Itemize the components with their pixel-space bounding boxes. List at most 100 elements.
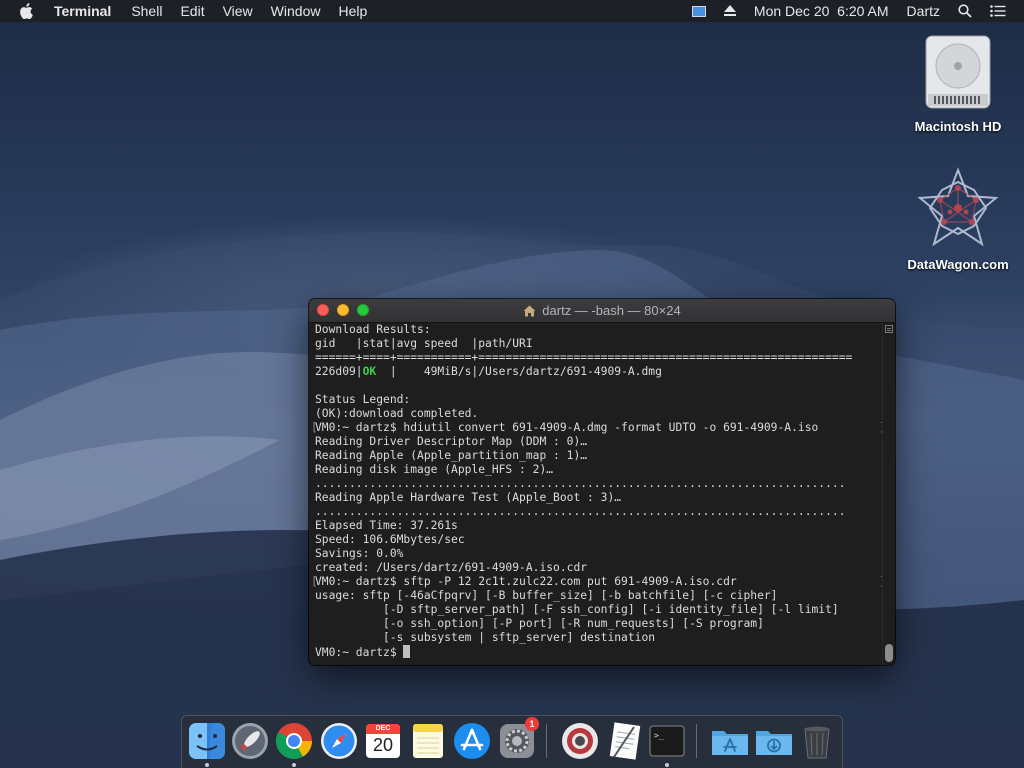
terminal-line: created: /Users/dartz/691-4909-A.iso.cdr	[315, 561, 877, 575]
vertical-scrollbar[interactable]	[882, 323, 895, 665]
dock-separator	[696, 724, 697, 758]
line-text: Reading Apple (Apple_partition_map : 1)…	[315, 449, 588, 462]
terminal-line: 226d09|OK | 49MiB/s|/Users/dartz/691-490…	[315, 365, 877, 379]
menu-window[interactable]: Window	[271, 3, 321, 19]
running-indicator	[292, 763, 296, 767]
menu-clock[interactable]: Mon Dec 20 6:20 AM	[754, 3, 889, 19]
line-text: Download Results:	[315, 323, 431, 336]
notification-badge: 1	[525, 717, 539, 731]
running-indicator	[665, 763, 669, 767]
safari-icon	[319, 721, 359, 766]
downloads-folder-icon	[754, 721, 794, 766]
text-cursor	[403, 645, 411, 658]
terminal-line: gid |stat|avg speed |path/URI	[315, 337, 877, 351]
apple-menu-icon[interactable]	[20, 3, 36, 19]
terminal-line: ======+====+===========+================…	[315, 351, 877, 365]
textedit-icon	[604, 721, 644, 766]
menu-view[interactable]: View	[223, 3, 253, 19]
dock-item-calendar[interactable]: DEC 20	[363, 721, 403, 761]
terminal-line: Reading Apple (Apple_partition_map : 1)…	[315, 449, 877, 463]
dock-item-photo-booth[interactable]	[560, 721, 600, 761]
line-text: usage: sftp [-46aCfpqrv] [-B buffer_size…	[315, 589, 778, 602]
menu-app-name[interactable]: Terminal	[54, 3, 111, 19]
terminal-line: Reading Driver Descriptor Map (DDM : 0)…	[315, 435, 877, 449]
dock-item-finder[interactable]	[187, 721, 227, 767]
dock-item-trash[interactable]	[797, 721, 837, 761]
terminal-line: usage: sftp [-46aCfpqrv] [-B buffer_size…	[315, 589, 877, 603]
line-text: [-o ssh_option] [-P port] [-R num_reques…	[315, 617, 764, 630]
calendar-day: 20	[372, 735, 394, 755]
line-text: VM0:~ dartz$ hdiutil convert 691-4909-A.…	[315, 421, 819, 434]
terminal-line: Reading disk image (Apple_HFS : 2)…	[315, 463, 877, 477]
finder-icon	[187, 721, 227, 766]
command-mark-start: [	[311, 575, 318, 588]
prompt-line[interactable]: VM0:~ dartz$	[315, 645, 877, 659]
dock-item-textedit[interactable]	[604, 721, 644, 761]
line-text: ........................................…	[315, 477, 846, 490]
terminal-line: Elapsed Time: 37.261s	[315, 519, 877, 533]
window-titlebar[interactable]: dartz — -bash — 80×24	[309, 299, 895, 323]
dock-item-app-store[interactable]	[452, 721, 492, 761]
dock-item-safari[interactable]	[319, 721, 359, 761]
line-text: Elapsed Time: 37.261s	[315, 519, 458, 532]
line-text: Reading Apple Hardware Test (Apple_Boot …	[315, 491, 622, 504]
minimize-button[interactable]	[337, 304, 349, 316]
dock-item-notes[interactable]	[408, 721, 448, 761]
menu-edit[interactable]: Edit	[180, 3, 204, 19]
line-text: VM0:~ dartz$ sftp -P 12 2c1t.zulc22.com …	[315, 575, 737, 588]
window-title: dartz — -bash — 80×24	[542, 303, 681, 318]
terminal-line: Savings: 0.0%	[315, 547, 877, 561]
dock-item-chrome[interactable]	[274, 721, 314, 767]
terminal-line: Reading Apple Hardware Test (Apple_Boot …	[315, 491, 877, 505]
eject-icon[interactable]	[723, 5, 736, 17]
line-text: [-s subsystem | sftp_server] destination	[315, 631, 656, 644]
spotlight-search-icon[interactable]	[958, 4, 972, 18]
status-ok-text: OK	[362, 365, 377, 378]
close-button[interactable]	[317, 304, 329, 316]
dock-item-launchpad[interactable]	[230, 721, 270, 761]
dock-item-downloads-folder[interactable]	[754, 721, 794, 761]
terminal-line: VM0:~ dartz$ sftp -P 12 2c1t.zulc22.com …	[311, 575, 886, 589]
terminal-line: ........................................…	[315, 477, 877, 491]
desktop-icon-datawagon[interactable]: DataWagon.com	[903, 166, 1013, 272]
line-text: (OK):download completed.	[315, 407, 479, 420]
line-text: [-D sftp_server_path] [-F ssh_config] [-…	[315, 603, 839, 616]
notification-center-icon[interactable]	[990, 5, 1006, 17]
window-controls	[317, 304, 377, 316]
terminal-line: VM0:~ dartz$ hdiutil convert 691-4909-A.…	[311, 421, 886, 435]
terminal-icon: >_	[647, 721, 687, 766]
terminal-output[interactable]: Download Results: gid |stat|avg speed |pa…	[309, 323, 886, 665]
desktop-icon-label: DataWagon.com	[907, 257, 1009, 272]
zoom-button[interactable]	[357, 304, 369, 316]
trash-icon	[797, 721, 837, 766]
chrome-icon	[274, 721, 314, 766]
scrollbar-thumb[interactable]	[885, 644, 893, 662]
svg-text:>_: >_	[654, 731, 664, 740]
menu-shell[interactable]: Shell	[131, 3, 162, 19]
dock-item-system-preferences[interactable]: 1	[497, 717, 539, 761]
launchpad-icon	[230, 721, 270, 766]
hard-drive-icon	[925, 35, 991, 109]
line-text: gid |stat|avg speed |path/URI	[315, 337, 533, 350]
menu-help[interactable]: Help	[338, 3, 367, 19]
notes-icon	[408, 721, 448, 766]
terminal-line: Download Results:	[315, 323, 877, 337]
line-text: ======+====+===========+================…	[315, 351, 853, 364]
prompt-text: VM0:~ dartz$	[315, 646, 404, 659]
menu-user[interactable]: Dartz	[907, 3, 940, 19]
terminal-line: (OK):download completed.	[315, 407, 877, 421]
input-source-icon[interactable]	[691, 5, 706, 17]
scroll-marker-icon[interactable]	[885, 325, 893, 333]
line-text: ........................................…	[315, 505, 846, 518]
applications-folder-icon	[710, 721, 750, 766]
line-text: Savings: 0.0%	[315, 547, 404, 560]
datawagon-logo-icon	[917, 167, 999, 247]
dock-item-terminal[interactable]: >_	[647, 721, 687, 767]
line-text: Reading Driver Descriptor Map (DDM : 0)…	[315, 435, 588, 448]
dock-item-applications-folder[interactable]	[710, 721, 750, 761]
desktop-icon-macintosh-hd[interactable]: Macintosh HD	[903, 32, 1013, 134]
terminal-line: ........................................…	[315, 505, 877, 519]
line-text: Reading disk image (Apple_HFS : 2)…	[315, 463, 554, 476]
menu-bar: Terminal Shell Edit View Window Help Mon…	[0, 0, 1024, 22]
